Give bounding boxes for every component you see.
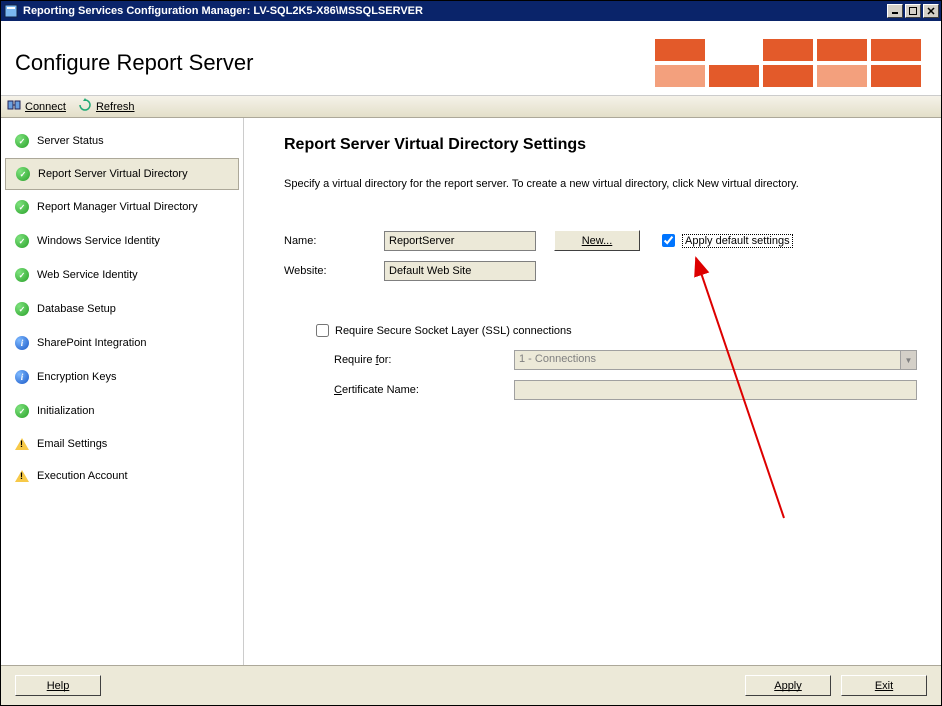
sidebar-item-sharepoint-integration[interactable]: SharePoint Integration [1,326,243,360]
main-description: Specify a virtual directory for the repo… [284,178,917,190]
name-label: Name: [284,235,384,247]
sidebar-item-label: Web Service Identity [37,269,138,281]
check-icon [15,302,29,316]
sidebar-item-label: Encryption Keys [37,371,116,383]
header: Configure Report Server [1,21,941,96]
check-icon [16,167,30,181]
sidebar-item-label: Execution Account [37,470,128,482]
certificate-name-input [514,380,917,400]
body: Server Status Report Server Virtual Dire… [1,118,941,665]
sidebar-item-server-status[interactable]: Server Status [1,124,243,158]
require-for-label: Require for: [334,354,514,366]
new-button[interactable]: New... [554,230,640,251]
window-controls [887,4,939,18]
app-icon [3,3,19,19]
apply-default-checkbox[interactable] [662,234,675,247]
sidebar-item-label: Database Setup [37,303,116,315]
header-graphic [655,39,921,87]
connect-button[interactable]: Connect [7,98,66,115]
main-heading: Report Server Virtual Directory Settings [284,136,917,154]
minimize-button[interactable] [887,4,903,18]
certificate-name-label: Certificate Name: [334,384,514,396]
apply-default-checkbox-wrap[interactable]: Apply default settings [658,231,793,250]
info-icon [15,370,29,384]
help-button[interactable]: Help [15,675,101,696]
website-label: Website: [284,265,384,277]
sidebar-item-encryption-keys[interactable]: Encryption Keys [1,360,243,394]
name-input[interactable] [384,231,536,251]
sidebar-item-report-server-vdir[interactable]: Report Server Virtual Directory [5,158,239,190]
chevron-down-icon: ▼ [900,351,916,369]
sidebar-item-label: SharePoint Integration [37,337,146,349]
sidebar-item-label: Server Status [37,135,104,147]
ssl-section: Require Secure Socket Layer (SSL) connec… [284,321,917,410]
sidebar-item-label: Report Manager Virtual Directory [37,201,198,213]
sidebar-item-execution-account[interactable]: Execution Account [1,460,243,492]
sidebar-item-initialization[interactable]: Initialization [1,394,243,428]
website-row: Website: [284,261,917,281]
sidebar-item-report-manager-vdir[interactable]: Report Manager Virtual Directory [1,190,243,224]
require-ssl-checkbox[interactable] [316,324,329,337]
check-icon [15,404,29,418]
website-input[interactable] [384,261,536,281]
sidebar-item-windows-service-identity[interactable]: Windows Service Identity [1,224,243,258]
warning-icon [15,438,29,450]
page-title: Configure Report Server [15,50,253,76]
exit-button[interactable]: Exit [841,675,927,696]
info-icon [15,336,29,350]
sidebar-item-database-setup[interactable]: Database Setup [1,292,243,326]
sidebar-item-web-service-identity[interactable]: Web Service Identity [1,258,243,292]
name-row: Name: New... Apply default settings [284,230,917,251]
maximize-button[interactable] [905,4,921,18]
sidebar-item-label: Report Server Virtual Directory [38,168,188,180]
sidebar-item-label: Initialization [37,405,94,417]
main-panel: Report Server Virtual Directory Settings… [244,118,941,665]
check-icon [15,134,29,148]
connect-icon [7,98,21,115]
refresh-icon [78,98,92,115]
apply-button[interactable]: Apply [745,675,831,696]
connect-label: Connect [25,101,66,113]
check-icon [15,268,29,282]
app-window: Reporting Services Configuration Manager… [0,0,942,706]
refresh-button[interactable]: Refresh [78,98,135,115]
check-icon [15,234,29,248]
close-button[interactable] [923,4,939,18]
sidebar: Server Status Report Server Virtual Dire… [1,118,244,665]
refresh-label: Refresh [96,101,135,113]
sidebar-item-label: Email Settings [37,438,107,450]
window-title: Reporting Services Configuration Manager… [23,5,887,17]
toolbar: Connect Refresh [1,96,941,118]
check-icon [15,200,29,214]
apply-default-label: Apply default settings [682,234,793,248]
sidebar-item-email-settings[interactable]: Email Settings [1,428,243,460]
require-for-select: 1 - Connections ▼ [514,350,917,370]
warning-icon [15,470,29,482]
button-bar: Help Apply Exit [1,665,941,705]
require-ssl-label: Require Secure Socket Layer (SSL) connec… [335,325,572,337]
titlebar: Reporting Services Configuration Manager… [1,1,941,21]
sidebar-item-label: Windows Service Identity [37,235,160,247]
